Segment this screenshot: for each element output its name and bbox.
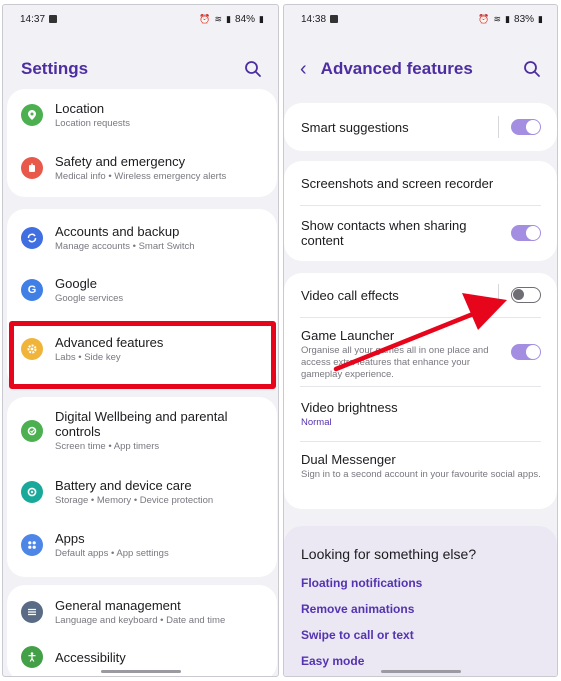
item-title: Smart suggestions <box>301 119 409 135</box>
item-subtitle: Medical info • Wireless emergency alerts <box>55 170 227 182</box>
item-subtitle: Sign in to a second account in your favo… <box>301 469 541 480</box>
advanced-features-header: ‹ Advanced features <box>284 51 557 87</box>
link-easy-mode[interactable]: Easy mode <box>301 654 364 668</box>
video-call-effects-toggle[interactable] <box>511 287 541 303</box>
navigation-handle[interactable] <box>380 670 461 673</box>
item-subtitle: Google services <box>55 292 124 304</box>
status-time: 14:38 <box>301 13 327 25</box>
signal-icon: ▮ <box>226 13 232 24</box>
show-contacts-toggle[interactable] <box>511 225 541 241</box>
sync-icon <box>21 227 43 249</box>
alarm-icon: ⏰ <box>478 13 490 24</box>
game-launcher-toggle[interactable] <box>511 344 541 360</box>
item-title: Game Launcher <box>301 328 395 343</box>
item-title: General management <box>55 597 181 613</box>
wifi-icon: ≋ <box>493 13 502 24</box>
item-title: Google <box>55 275 97 291</box>
wellbeing-icon <box>21 420 43 442</box>
settings-header: Settings <box>3 51 278 87</box>
device-care-icon <box>21 481 43 503</box>
settings-item-accounts[interactable]: Accounts and backup Manage accounts • Sm… <box>7 213 277 263</box>
item-subtitle: Manage accounts • Smart Switch <box>55 240 195 252</box>
signal-icon: ▮ <box>505 13 511 24</box>
vertical-separator <box>498 116 499 138</box>
item-subtitle: Screen time • App timers <box>55 441 160 452</box>
item-title: Video call effects <box>301 287 399 303</box>
gallery-notification-icon <box>330 15 339 23</box>
item-subtitle: Organise all your games all in one place… <box>301 345 489 380</box>
item-subtitle: Default apps • App settings <box>55 547 169 559</box>
highlight-box <box>9 321 276 389</box>
item-title: Screenshots and screen recorder <box>301 175 494 191</box>
battery-level: 83% <box>514 13 535 25</box>
item-title: Battery and device care <box>55 477 192 493</box>
safety-icon <box>21 157 43 179</box>
status-time: 14:37 <box>20 13 46 25</box>
item-title: Accessibility <box>55 649 126 665</box>
item-subtitle: Language and keyboard • Date and time <box>55 614 226 626</box>
back-arrow-icon[interactable]: ‹ <box>300 58 307 81</box>
suggestions-panel: Looking for something else? Floating not… <box>284 526 557 676</box>
settings-item-general-management[interactable]: General management Language and keyboard… <box>7 585 277 639</box>
setting-screenshots[interactable]: Screenshots and screen recorder <box>284 161 557 205</box>
suggestions-heading: Looking for something else? <box>301 546 477 562</box>
settings-item-digital-wellbeing[interactable]: Digital Wellbeing and parental controls … <box>7 397 277 465</box>
features-card: Video call effects Game Launcher Organis… <box>284 273 557 509</box>
settings-card-general: General management Language and keyboard… <box>7 585 277 676</box>
item-title: Apps <box>55 530 85 546</box>
gallery-notification-icon <box>49 15 58 23</box>
link-floating-notifications[interactable]: Floating notifications <box>301 576 422 590</box>
alarm-icon: ⏰ <box>199 13 211 24</box>
smart-suggestions-card: Smart suggestions <box>284 103 557 151</box>
location-icon <box>21 104 43 126</box>
setting-smart-suggestions[interactable]: Smart suggestions <box>284 103 557 151</box>
apps-grid-icon <box>21 534 43 556</box>
sliders-icon <box>21 601 43 623</box>
page-title: Advanced features <box>320 59 473 78</box>
item-title: Safety and emergency <box>55 153 186 169</box>
setting-dual-messenger[interactable]: Dual Messenger Sign in to a second accou… <box>284 442 557 508</box>
item-title: Location <box>55 100 105 116</box>
settings-item-apps[interactable]: Apps Default apps • App settings <box>7 519 277 571</box>
item-title: Show contacts when sharing content <box>301 218 467 248</box>
search-icon[interactable] <box>523 60 541 78</box>
status-bar: 14:38 ⏰ ≋ ▮ 83% ▮ <box>284 5 557 33</box>
smart-suggestions-toggle[interactable] <box>511 119 541 135</box>
battery-icon: ▮ <box>259 13 264 24</box>
setting-show-contacts[interactable]: Show contacts when sharing content <box>284 206 557 260</box>
setting-game-launcher[interactable]: Game Launcher Organise all your games al… <box>284 318 557 386</box>
screenshots-card: Screenshots and screen recorder Show con… <box>284 161 557 261</box>
setting-video-call-effects[interactable]: Video call effects <box>284 273 557 317</box>
link-swipe-to-call[interactable]: Swipe to call or text <box>301 628 414 642</box>
settings-item-location[interactable]: Location Location requests <box>7 89 277 141</box>
screenshot-canvas: 14:37 ⏰ ≋ ▮ 84% ▮ Settings Location Loca… <box>0 0 561 681</box>
battery-level: 84% <box>235 13 256 25</box>
navigation-handle[interactable] <box>100 670 181 673</box>
settings-item-battery[interactable]: Battery and device care Storage • Memory… <box>7 465 277 519</box>
google-icon: G <box>21 279 43 301</box>
status-bar: 14:37 ⏰ ≋ ▮ 84% ▮ <box>3 5 278 33</box>
settings-card-wellbeing: Digital Wellbeing and parental controls … <box>7 397 277 577</box>
settings-item-google[interactable]: G Google Google services <box>7 263 277 317</box>
item-title: Accounts and backup <box>55 223 180 239</box>
settings-item-safety[interactable]: Safety and emergency Medical info • Wire… <box>7 141 277 195</box>
wifi-icon: ≋ <box>214 13 223 24</box>
item-title: Dual Messenger <box>301 452 396 467</box>
item-value: Normal <box>301 416 332 428</box>
page-title: Settings <box>21 59 89 78</box>
link-remove-animations[interactable]: Remove animations <box>301 602 414 616</box>
item-subtitle: Storage • Memory • Device protection <box>55 494 214 506</box>
accessibility-icon <box>21 646 43 668</box>
setting-video-brightness[interactable]: Video brightness Normal <box>284 387 557 441</box>
item-title: Video brightness <box>301 399 398 415</box>
battery-icon: ▮ <box>538 13 543 24</box>
settings-screen: 14:37 ⏰ ≋ ▮ 84% ▮ Settings Location Loca… <box>2 4 279 677</box>
search-icon[interactable] <box>244 60 262 78</box>
settings-card-safety: Location Location requests Safety and em… <box>7 89 277 197</box>
advanced-features-screen: 14:38 ⏰ ≋ ▮ 83% ▮ ‹ Advanced features Sm… <box>283 4 558 677</box>
vertical-separator <box>498 284 499 306</box>
item-subtitle: Location requests <box>55 117 130 129</box>
item-title: Digital Wellbeing and parental controls <box>55 409 228 439</box>
